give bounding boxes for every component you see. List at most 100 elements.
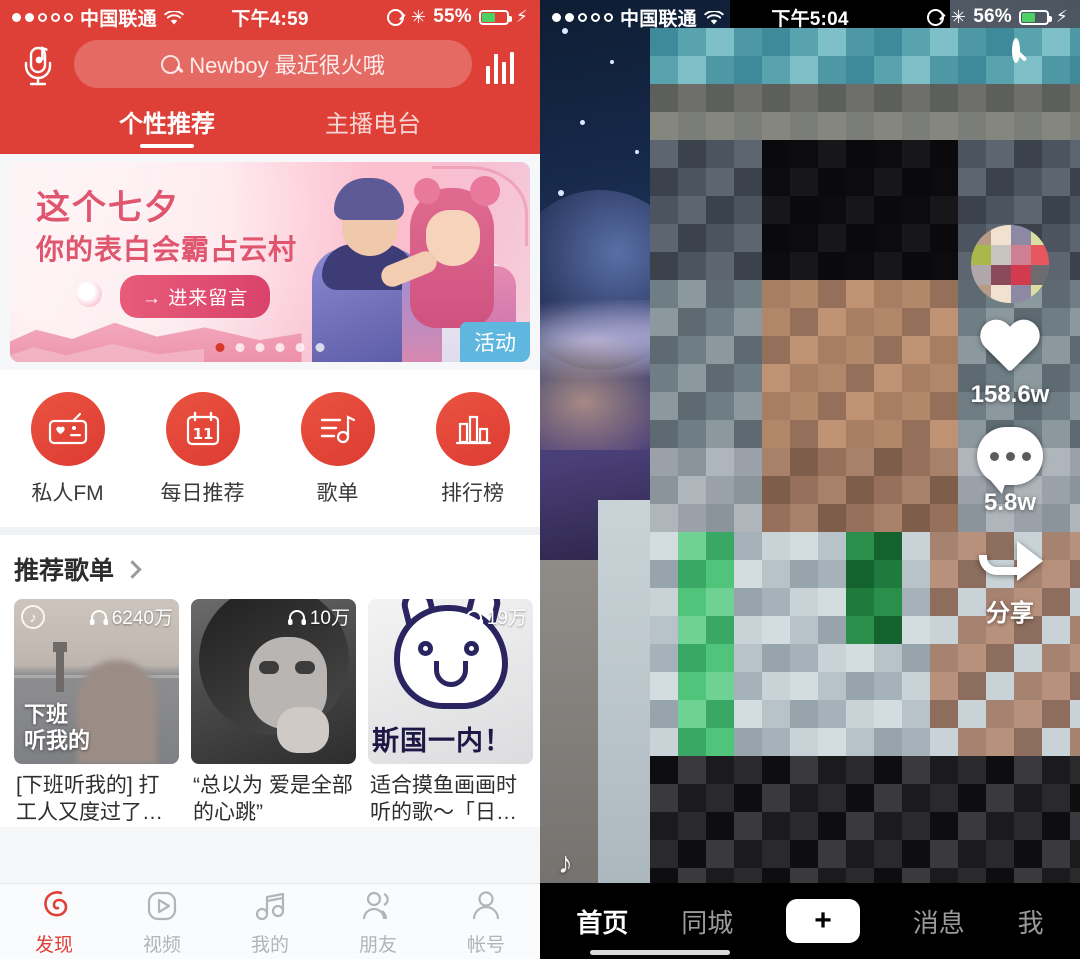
status-left-group: 中国联通 bbox=[552, 4, 724, 31]
quick-entry-ranking[interactable]: 排行榜 bbox=[405, 392, 540, 507]
netease-music-screen: 中国联通 下午4:59 ✳ 55% ⚡ Newboy 最近很火哦 个性推荐 主播… bbox=[0, 0, 540, 959]
charging-icon: ⚡ bbox=[1055, 7, 1068, 26]
douyin-bottom-nav: 首页 同城 + 消息 我 bbox=[540, 883, 1080, 959]
banner-flower-decor bbox=[72, 278, 106, 310]
battery-icon bbox=[478, 9, 512, 25]
netease-logo-icon bbox=[44, 890, 68, 916]
douyin-screen: 中国联通 下午5:04 ✳ 56% ⚡ 158.6w 5.8w 分享 ♪ 首页 … bbox=[540, 0, 1080, 959]
rotation-lock-icon bbox=[926, 8, 944, 26]
equalizer-icon[interactable] bbox=[486, 44, 524, 84]
create-post-button[interactable]: + bbox=[780, 899, 865, 943]
avatar[interactable] bbox=[971, 225, 1049, 303]
status-left-group: 中国联通 bbox=[12, 4, 184, 31]
nav-item-video[interactable]: 视频 bbox=[108, 887, 216, 957]
charging-icon: ⚡ bbox=[515, 7, 528, 26]
share-arrow-icon bbox=[977, 535, 1043, 589]
recommended-playlists-section: 推荐歌单 ♪ 6240万 下班 听我的 [下班听我的] 打工人又度过了… 10万… bbox=[0, 535, 540, 827]
promo-banner[interactable]: 这个七夕 你的表白会霸占云村 → 进来留言 活动 bbox=[10, 162, 530, 362]
status-right-group: ✳ 55% ⚡ bbox=[386, 6, 528, 28]
play-video-icon bbox=[147, 891, 177, 920]
netease-logo-icon: ♪ bbox=[21, 605, 45, 629]
playlist-card[interactable]: 斯国一内！ 19万 适合摸鱼画画时听的歌～「日… bbox=[368, 599, 533, 827]
quick-entry-label: 歌单 bbox=[316, 482, 359, 505]
calendar-icon: 11 bbox=[165, 392, 240, 466]
nav-item-label: 朋友 bbox=[358, 934, 397, 956]
bluetooth-icon: ✳ bbox=[950, 7, 967, 27]
home-indicator bbox=[590, 950, 730, 955]
search-icon[interactable] bbox=[1012, 38, 1058, 88]
music-note-icon[interactable]: ♪ bbox=[558, 847, 573, 881]
carrier-label: 中国联通 bbox=[80, 8, 157, 30]
wifi-icon bbox=[164, 9, 184, 25]
bar-chart-icon bbox=[435, 392, 510, 466]
quick-entry-daily-recommend[interactable]: 11 每日推荐 bbox=[135, 392, 270, 507]
nav-item-messages[interactable]: 消息 bbox=[913, 903, 965, 940]
nav-item-account[interactable]: 帐号 bbox=[432, 887, 540, 957]
nav-item-profile[interactable]: 我 bbox=[1018, 903, 1044, 940]
tab-radio[interactable]: 主播电台 bbox=[325, 104, 421, 148]
playlist-title: 适合摸鱼画画时听的歌～「日… bbox=[370, 774, 517, 825]
dual-phone-screenshot: 中国联通 下午4:59 ✳ 55% ⚡ Newboy 最近很火哦 个性推荐 主播… bbox=[0, 0, 1080, 959]
netease-tabs: 个性推荐 主播电台 bbox=[0, 98, 540, 148]
like-count: 158.6w bbox=[970, 381, 1050, 408]
heart-icon bbox=[979, 321, 1041, 377]
playlist-cover: 10万 bbox=[191, 599, 356, 764]
tab-personal-recommend[interactable]: 个性推荐 bbox=[119, 104, 215, 148]
nav-item-home[interactable]: 首页 bbox=[576, 903, 628, 940]
cover-overlay-text: 下班 听我的 bbox=[24, 702, 91, 754]
nav-item-label: 我的 bbox=[250, 934, 289, 956]
signal-dots bbox=[12, 12, 73, 22]
bluetooth-icon: ✳ bbox=[410, 7, 427, 27]
nav-item-label: 帐号 bbox=[466, 934, 505, 956]
quick-entry-label: 排行榜 bbox=[441, 482, 504, 505]
battery-percent: 56% bbox=[973, 6, 1012, 27]
video-action-rail: 158.6w 5.8w 分享 bbox=[962, 225, 1058, 628]
netease-header: 中国联通 下午4:59 ✳ 55% ⚡ Newboy 最近很火哦 个性推荐 主播… bbox=[0, 0, 540, 154]
svg-text:11: 11 bbox=[192, 425, 213, 443]
comment-action[interactable]: 5.8w bbox=[977, 427, 1043, 517]
playlist-card[interactable]: ♪ 6240万 下班 听我的 [下班听我的] 打工人又度过了… bbox=[14, 599, 179, 827]
quick-entry-label: 私人FM bbox=[31, 482, 104, 505]
share-label: 分享 bbox=[986, 600, 1034, 627]
banner-cta-button[interactable]: → 进来留言 bbox=[120, 275, 271, 318]
status-right-group: ✳ 56% ⚡ bbox=[926, 6, 1068, 28]
headphone-icon bbox=[287, 609, 306, 625]
like-action[interactable]: 158.6w bbox=[971, 321, 1050, 409]
rotation-lock-icon bbox=[386, 8, 404, 26]
banner-activity-tag: 活动 bbox=[460, 322, 530, 362]
nav-item-nearby[interactable]: 同城 bbox=[681, 903, 733, 940]
playlist-title: [下班听我的] 打工人又度过了… bbox=[16, 774, 163, 825]
status-bar-left: 中国联通 下午4:59 ✳ 55% ⚡ bbox=[0, 0, 540, 34]
quick-entry-private-fm[interactable]: 私人FM bbox=[0, 392, 135, 507]
section-title: 推荐歌单 bbox=[14, 557, 115, 585]
share-action[interactable]: 分享 bbox=[977, 535, 1043, 628]
account-icon bbox=[472, 890, 500, 919]
video-subject bbox=[598, 30, 1080, 940]
quick-entry-row: 私人FM 11 每日推荐 歌单 排行榜 bbox=[0, 370, 540, 527]
chevron-right-icon bbox=[123, 559, 142, 579]
status-bar-right: 中国联通 下午5:04 ✳ 56% ⚡ bbox=[540, 0, 1080, 34]
section-divider bbox=[0, 527, 540, 535]
search-input[interactable]: Newboy 最近很火哦 bbox=[74, 40, 472, 88]
signal-dots bbox=[552, 12, 613, 22]
playlist-card[interactable]: 10万 “总以为 爱是全部的心跳” bbox=[191, 599, 356, 827]
quick-entry-label: 每日推荐 bbox=[160, 482, 245, 505]
battery-percent: 55% bbox=[433, 6, 472, 27]
headphone-icon bbox=[89, 609, 108, 625]
wifi-icon bbox=[704, 9, 724, 25]
playlist-cover: ♪ 6240万 下班 听我的 bbox=[14, 599, 179, 764]
nav-item-friends[interactable]: 朋友 bbox=[324, 887, 432, 957]
mic-note-icon[interactable] bbox=[16, 40, 60, 88]
netease-bottom-nav: 发现 视频 我的 朋友 帐号 bbox=[0, 883, 540, 959]
search-row: Newboy 最近很火哦 bbox=[0, 34, 540, 98]
banner-pagination-dots[interactable] bbox=[215, 343, 325, 352]
quick-entry-playlist[interactable]: 歌单 bbox=[270, 392, 405, 507]
friends-icon bbox=[362, 891, 389, 919]
play-count: 19万 bbox=[464, 603, 527, 630]
play-count: 6240万 bbox=[89, 603, 173, 630]
playlist-title: “总以为 爱是全部的心跳” bbox=[193, 774, 353, 825]
search-icon bbox=[161, 54, 181, 74]
nav-item-mine[interactable]: 我的 bbox=[216, 887, 324, 957]
section-header[interactable]: 推荐歌单 bbox=[14, 551, 526, 599]
nav-item-discover[interactable]: 发现 bbox=[0, 887, 108, 957]
